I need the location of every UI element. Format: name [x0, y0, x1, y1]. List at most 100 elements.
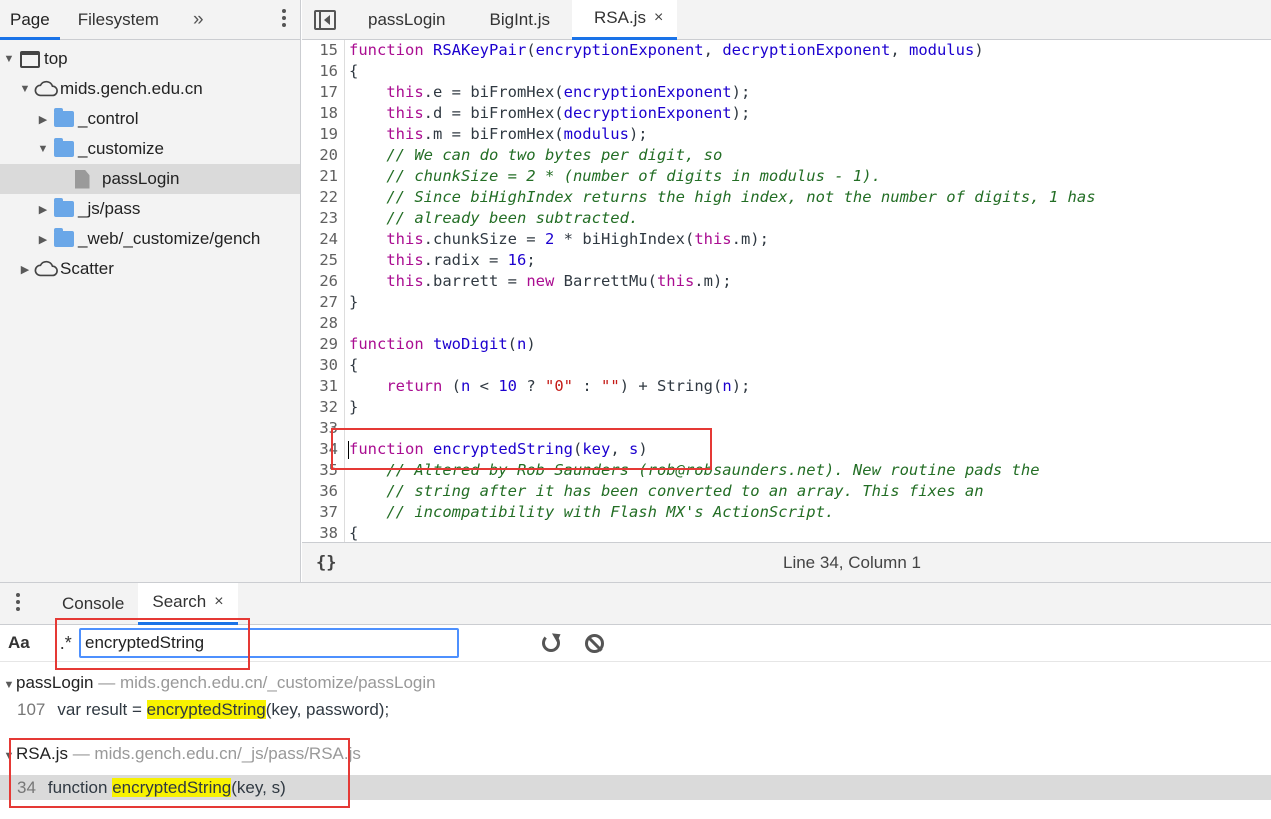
folder-icon	[54, 108, 74, 127]
line-number[interactable]: 15	[302, 40, 345, 61]
code-line: 25 this.radix = 16;	[302, 250, 1271, 271]
drawer-menu-icon[interactable]	[16, 593, 20, 614]
line-number[interactable]: 30	[302, 355, 345, 376]
line-number[interactable]: 37	[302, 502, 345, 523]
line-number[interactable]: 29	[302, 334, 345, 355]
navigator-panel: Page Filesystem » ▼ top ▼ mids.gench.edu…	[0, 0, 301, 582]
code-line: 20 // We can do two bytes per digit, so	[302, 145, 1271, 166]
triangle-down-icon[interactable]: ▼	[34, 134, 52, 164]
tab-passlogin[interactable]: passLogin	[346, 0, 468, 40]
folder-icon	[54, 198, 74, 217]
tab-bigint-js[interactable]: BigInt.js	[468, 0, 572, 40]
triangle-right-icon[interactable]: ▶	[34, 104, 52, 134]
tree-item-customize[interactable]: ▼ _customize	[0, 134, 300, 164]
line-number[interactable]: 28	[302, 313, 345, 334]
line-number[interactable]: 38	[302, 523, 345, 542]
result-match-line[interactable]: 107 var result = encryptedString(key, pas…	[0, 697, 1271, 722]
tree-item-control[interactable]: ▶ _control	[0, 104, 300, 134]
tree-item-domain[interactable]: ▼ mids.gench.edu.cn	[0, 74, 300, 104]
code-area[interactable]: 15 function RSAKeyPair(encryptionExponent…	[302, 40, 1271, 542]
code-line: 18 this.d = biFromHex(decryptionExponent…	[302, 103, 1271, 124]
line-number[interactable]: 21	[302, 166, 345, 187]
code-line: 21 // chunkSize = 2 * (number of digits …	[302, 166, 1271, 187]
code-line: 38{	[302, 523, 1271, 542]
tree-item-label: passLogin	[102, 169, 180, 188]
tab-filesystem[interactable]: Filesystem	[68, 0, 169, 40]
tree-item-label: Scatter	[60, 259, 114, 278]
line-number[interactable]: 36	[302, 481, 345, 502]
tab-label: Console	[62, 593, 125, 613]
line-number[interactable]: 26	[302, 271, 345, 292]
line-number[interactable]: 17	[302, 82, 345, 103]
triangle-right-icon[interactable]: ▶	[34, 194, 52, 224]
tree-item-top[interactable]: ▼ top	[0, 44, 300, 74]
search-input[interactable]	[79, 628, 459, 658]
pretty-print-button[interactable]: {}	[316, 553, 336, 573]
more-options-icon[interactable]	[282, 9, 286, 30]
tab-page[interactable]: Page	[0, 0, 60, 40]
code-line: 28	[302, 313, 1271, 334]
result-file-name: passLogin	[16, 673, 94, 692]
code-line: 33	[302, 418, 1271, 439]
refresh-icon[interactable]	[542, 634, 560, 652]
triangle-right-icon[interactable]: ▶	[34, 224, 52, 254]
code-line: 19 this.m = biFromHex(modulus);	[302, 124, 1271, 145]
close-icon[interactable]: ×	[654, 0, 663, 38]
more-tabs-chevron-icon[interactable]: »	[183, 9, 209, 31]
triangle-down-icon[interactable]: ▼	[0, 44, 18, 74]
code-line: 34 function encryptedString(key, s)	[302, 439, 1271, 460]
tab-label: BigInt.js	[489, 9, 550, 29]
result-file-header[interactable]: ▼RSA.js — mids.gench.edu.cn/_js/pass/RSA…	[0, 740, 1271, 768]
toggle-navigator-icon[interactable]	[314, 9, 336, 30]
tab-label: RSA.js	[594, 8, 646, 27]
line-number[interactable]: 27	[302, 292, 345, 313]
tab-console[interactable]: Console	[48, 583, 138, 625]
result-match-line[interactable]: 34 function encryptedString(key, s)	[0, 775, 1271, 800]
line-number[interactable]: 25	[302, 250, 345, 271]
triangle-down-icon[interactable]: ▼	[16, 74, 34, 104]
drawer-panel: Console Search × Aa .* ▼passLogin — mids…	[0, 582, 1271, 819]
result-file-header[interactable]: ▼passLogin — mids.gench.edu.cn/_customiz…	[0, 669, 1271, 697]
line-number[interactable]: 32	[302, 397, 345, 418]
tree-item-label: mids.gench.edu.cn	[60, 79, 203, 98]
frame-icon	[20, 50, 40, 68]
clear-icon[interactable]	[585, 634, 604, 653]
code-line: 36 // string after it has been converted…	[302, 481, 1271, 502]
line-number[interactable]: 33	[302, 418, 345, 439]
tree-item-scatter[interactable]: ▶ Scatter	[0, 254, 300, 284]
line-number[interactable]: 22	[302, 187, 345, 208]
line-number[interactable]: 16	[302, 61, 345, 82]
line-number[interactable]: 35	[302, 460, 345, 481]
code-line: 31 return (n < 10 ? "0" : "") + String(n…	[302, 376, 1271, 397]
triangle-down-icon[interactable]: ▼	[2, 742, 16, 770]
code-line: 17 this.e = biFromHex(encryptionExponent…	[302, 82, 1271, 103]
line-number[interactable]: 18	[302, 103, 345, 124]
search-toolbar: Aa .*	[0, 625, 1271, 662]
match-case-button[interactable]: Aa	[8, 633, 30, 653]
tab-search[interactable]: Search ×	[138, 581, 238, 625]
tree-item-web-customize-gench[interactable]: ▶ _web/_customize/gench	[0, 224, 300, 254]
close-icon[interactable]: ×	[214, 581, 223, 623]
triangle-down-icon[interactable]: ▼	[2, 671, 16, 699]
line-number[interactable]: 24	[302, 229, 345, 250]
line-number[interactable]: 31	[302, 376, 345, 397]
result-line-number: 34	[17, 778, 36, 797]
line-number[interactable]: 34	[302, 439, 345, 460]
source-editor: passLogin BigInt.js RSA.js × 15 function …	[302, 0, 1271, 582]
code-line: 26 this.barrett = new BarrettMu(this.m);	[302, 271, 1271, 292]
line-number[interactable]: 23	[302, 208, 345, 229]
result-text-before: var result =	[57, 700, 147, 719]
result-text-after: (key, s)	[231, 778, 286, 797]
result-text-before: function	[47, 778, 113, 797]
cloud-icon	[34, 254, 58, 284]
result-file-name: RSA.js	[16, 744, 68, 763]
line-number[interactable]: 20	[302, 145, 345, 166]
line-number[interactable]: 19	[302, 124, 345, 145]
tab-label: passLogin	[368, 9, 446, 29]
code-line: 32}	[302, 397, 1271, 418]
triangle-right-icon[interactable]: ▶	[16, 254, 34, 284]
tree-item-js-pass[interactable]: ▶ _js/pass	[0, 194, 300, 224]
regex-button[interactable]: .*	[60, 633, 72, 654]
tree-item-passlogin[interactable]: passLogin	[0, 164, 300, 194]
tab-rsa-js[interactable]: RSA.js ×	[572, 0, 678, 40]
